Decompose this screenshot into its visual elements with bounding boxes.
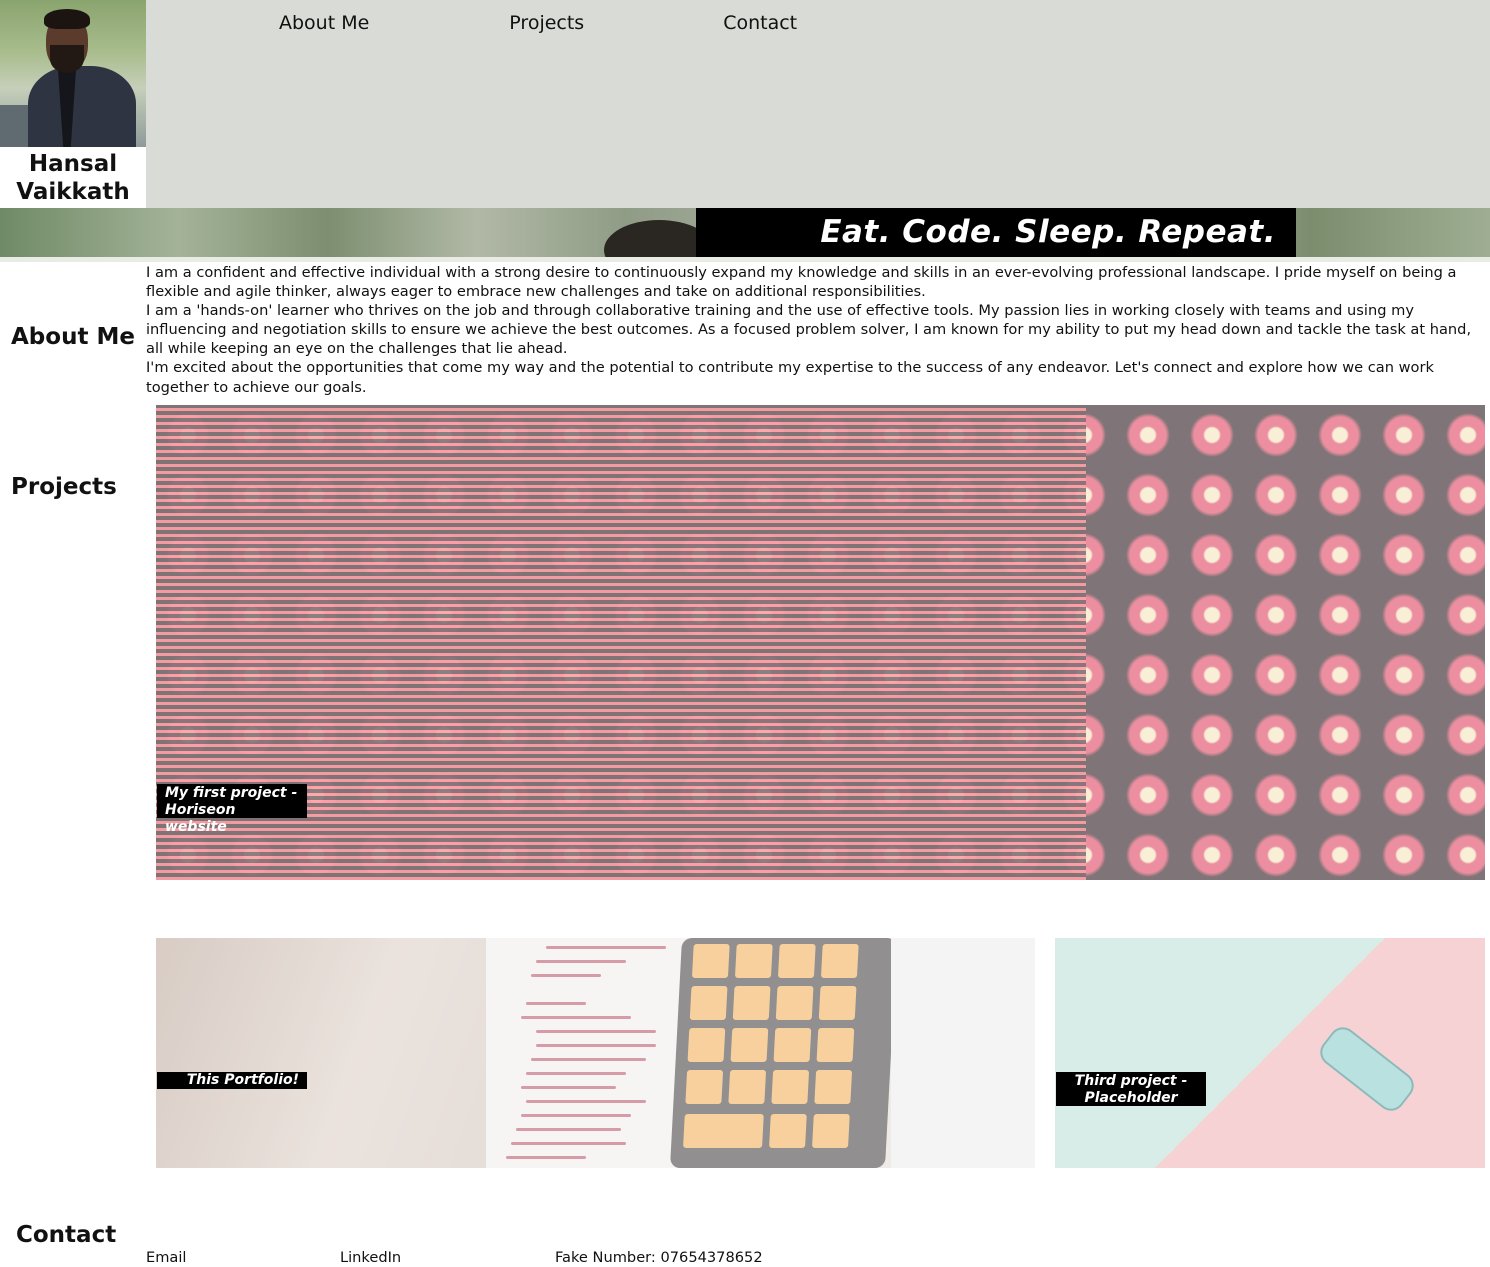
project-caption[interactable]: Third project - Placeholder <box>1056 1072 1206 1106</box>
avatar-jacket <box>28 66 136 147</box>
banner-divider <box>0 257 1490 262</box>
projects-heading: Projects <box>11 474 117 500</box>
avatar-hair <box>44 9 90 29</box>
image-overlay <box>156 938 1035 1168</box>
about-paragraph: I'm excited about the opportunities that… <box>146 359 1434 396</box>
about-paragraph: I am a confident and effective individua… <box>146 264 1457 301</box>
phone-number: Fake Number: 07654378652 <box>555 1249 763 1266</box>
linkedin-link[interactable]: LinkedIn <box>340 1249 401 1266</box>
project-card-portfolio[interactable] <box>156 938 1035 1168</box>
profile-name: Hansal Vaikkath <box>16 151 130 205</box>
image-overlay <box>156 405 1485 880</box>
about-paragraph: I am a 'hands-on' learner who thrives on… <box>146 302 1472 358</box>
hero-banner: Eat. Code. Sleep. Repeat. <box>0 208 1490 257</box>
nav-link-about-me[interactable]: About Me <box>279 12 369 34</box>
toy-car-image <box>1314 1021 1420 1117</box>
avatar <box>0 0 146 147</box>
avatar-beard <box>50 45 84 73</box>
about-heading: About Me <box>11 324 135 350</box>
email-link[interactable]: Email <box>146 1249 187 1266</box>
tagline: Eat. Code. Sleep. Repeat. <box>696 208 1296 257</box>
nav-link-projects[interactable]: Projects <box>509 12 584 34</box>
nav-link-contact[interactable]: Contact <box>723 12 797 34</box>
project-caption[interactable]: This Portfolio! <box>157 1072 307 1089</box>
project-card-horiseon[interactable] <box>156 405 1485 880</box>
site-header: Hansal Vaikkath About Me Projects Contac… <box>0 0 1490 208</box>
project-card-placeholder[interactable] <box>1055 938 1485 1168</box>
main-nav: About Me Projects Contact <box>279 12 797 34</box>
project-caption[interactable]: My first project - Horiseon website <box>157 784 307 835</box>
profile-card: Hansal Vaikkath <box>0 0 146 208</box>
about-text: I am a confident and effective individua… <box>146 263 1490 397</box>
contact-heading: Contact <box>16 1222 117 1248</box>
